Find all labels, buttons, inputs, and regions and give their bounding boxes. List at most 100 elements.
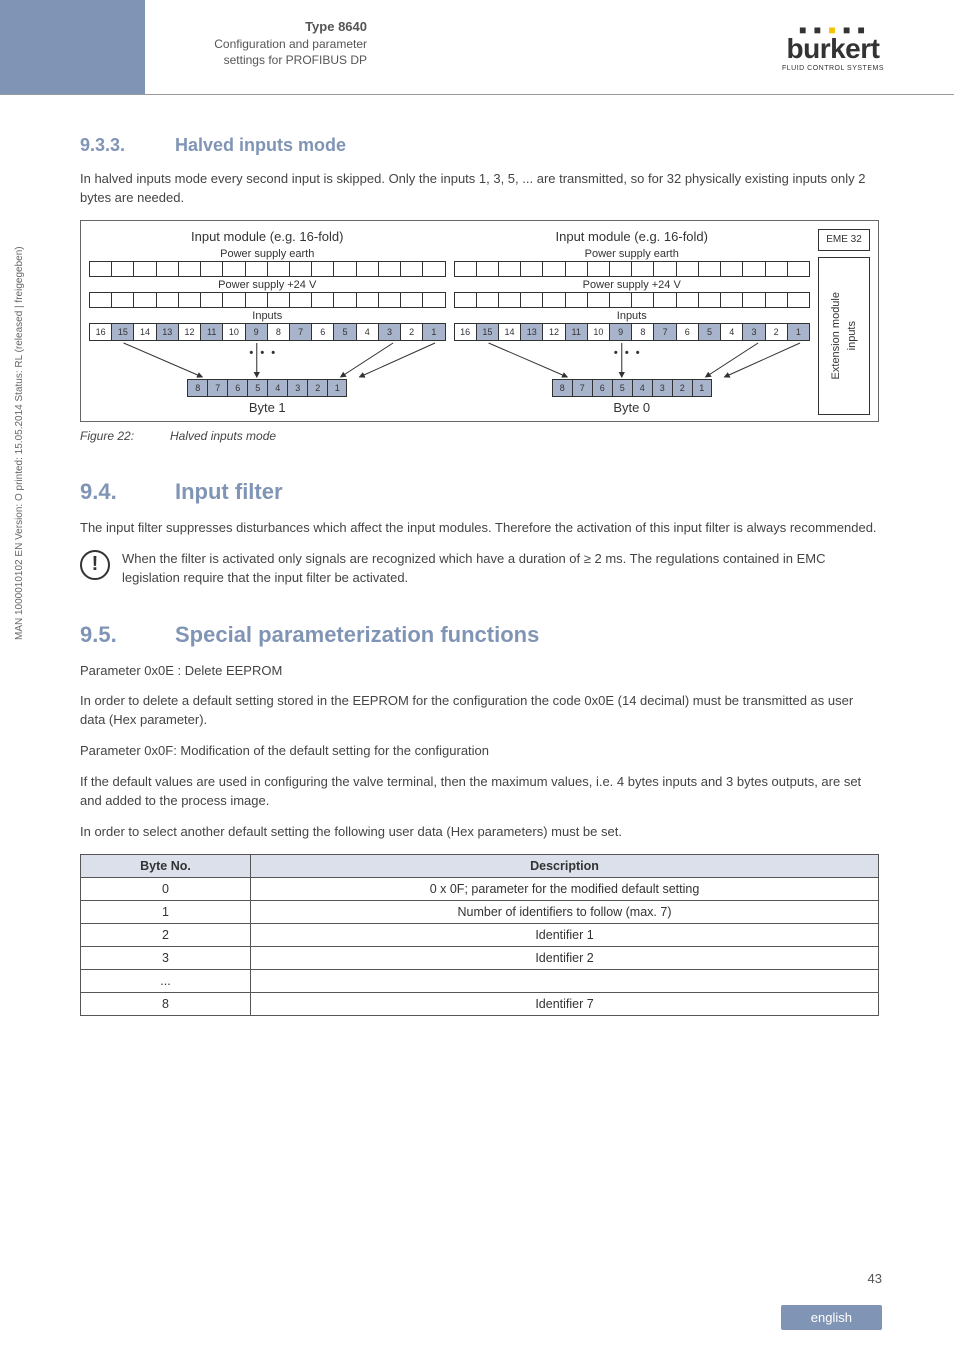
header-subtitle-2: settings for PROFIBUS DP (159, 52, 367, 68)
td-byte: ... (81, 969, 251, 992)
byte-cell: 5 (612, 379, 632, 397)
para-95-3: Parameter 0x0F: Modification of the defa… (80, 742, 879, 761)
heading-933-title: Halved inputs mode (175, 135, 346, 155)
note-block: ! When the filter is activated only sign… (80, 550, 879, 588)
byte-cell: 4 (267, 379, 287, 397)
td-byte: 3 (81, 946, 251, 969)
in-cell: 13 (520, 323, 542, 341)
byte-caption-l: Byte 1 (89, 400, 446, 415)
byte-cell: 3 (287, 379, 307, 397)
in-cell: 16 (89, 323, 111, 341)
in-cell: 9 (609, 323, 631, 341)
byte-cell: 5 (247, 379, 267, 397)
byte-cell: 2 (672, 379, 692, 397)
byte-caption-r: Byte 0 (454, 400, 811, 415)
table-row: 8Identifier 7 (81, 992, 879, 1015)
td-byte: 8 (81, 992, 251, 1015)
table-row: 1Number of identifiers to follow (max. 7… (81, 900, 879, 923)
byte-cell: 1 (692, 379, 712, 397)
in-cell: 13 (156, 323, 178, 341)
byte-cell: 2 (307, 379, 327, 397)
figure-caption: Figure 22:Halved inputs mode (80, 428, 879, 445)
row-label-24v-l: Power supply +24 V (89, 279, 446, 291)
heading-933-num: 9.3.3. (80, 135, 175, 156)
td-desc: Identifier 2 (251, 946, 879, 969)
byte-cell: 4 (632, 379, 652, 397)
input-module-right: Input module (e.g. 16-fold) Power supply… (454, 229, 811, 415)
bar-earth-r (454, 261, 811, 277)
table-header-row: Byte No. Description (81, 854, 879, 877)
in-cell: 6 (676, 323, 698, 341)
para-95-4: If the default values are used in config… (80, 773, 879, 811)
para-94: The input filter suppresses disturbances… (80, 519, 879, 538)
module-title-r: Input module (e.g. 16-fold) (454, 229, 811, 244)
heading-95-title: Special parameterization functions (175, 622, 539, 647)
in-cell: 7 (289, 323, 311, 341)
header-subtitle-1: Configuration and parameter (159, 36, 367, 52)
exclamation-icon: ! (80, 550, 110, 580)
type-label: Type 8640 (159, 18, 367, 36)
in-cell: 14 (498, 323, 520, 341)
burkert-logo: ■ ■ ■ ■ ■ burkert FLUID CONTROL SYSTEMS (782, 23, 884, 72)
arrows-l: • • • (89, 341, 446, 381)
page-header: Type 8640 Configuration and parameter se… (0, 0, 954, 95)
in-cell: 8 (631, 323, 653, 341)
in-cell: 8 (267, 323, 289, 341)
bar-24v-l (89, 292, 446, 308)
extension-module-box: Extension module inputs (818, 257, 870, 415)
heading-94-num: 9.4. (80, 479, 175, 505)
in-cell: 11 (200, 323, 222, 341)
side-metadata-text: MAN 1000010102 EN Version: O printed: 15… (14, 246, 25, 640)
header-accent-block (0, 0, 145, 94)
eme-box: EME 32 (818, 229, 870, 251)
row-label-inputs-l: Inputs (89, 310, 446, 322)
bar-24v-r (454, 292, 811, 308)
in-cell: 2 (400, 323, 422, 341)
td-desc: Identifier 1 (251, 923, 879, 946)
in-cell: 9 (245, 323, 267, 341)
in-cell: 10 (587, 323, 609, 341)
in-cell: 1 (422, 323, 445, 341)
in-cell: 1 (787, 323, 810, 341)
byte-cell: 3 (652, 379, 672, 397)
row-label-inputs-r: Inputs (454, 310, 811, 322)
td-desc: 0 x 0F; parameter for the modified defau… (251, 877, 879, 900)
figure-number: Figure 22: (80, 428, 170, 445)
in-cell: 6 (311, 323, 333, 341)
in-cell: 7 (653, 323, 675, 341)
in-cell: 15 (111, 323, 133, 341)
heading-95-num: 9.5. (80, 622, 175, 648)
byte-cell: 6 (227, 379, 247, 397)
td-desc (251, 969, 879, 992)
table-row: ... (81, 969, 879, 992)
byte-row-r: 8 7 6 5 4 3 2 1 (454, 379, 811, 397)
table-row: 00 x 0F; parameter for the modified defa… (81, 877, 879, 900)
input-module-left: Input module (e.g. 16-fold) Power supply… (89, 229, 446, 415)
in-cell: 4 (356, 323, 378, 341)
byte-cell: 7 (207, 379, 227, 397)
in-cell: 14 (133, 323, 155, 341)
inputs-row-r: 16 15 14 13 12 11 10 9 8 7 6 5 4 3 2 1 (454, 323, 811, 341)
td-byte: 1 (81, 900, 251, 923)
logo-tagline: FLUID CONTROL SYSTEMS (782, 65, 884, 72)
heading-95: 9.5.Special parameterization functions (80, 622, 879, 648)
logo-area: ■ ■ ■ ■ ■ burkert FLUID CONTROL SYSTEMS (375, 0, 954, 94)
byte-cell: 8 (187, 379, 207, 397)
byte-cell: 8 (552, 379, 572, 397)
logo-name: burkert (782, 33, 884, 65)
byte-row-l: 8 7 6 5 4 3 2 1 (89, 379, 446, 397)
para-95-2: In order to delete a default setting sto… (80, 692, 879, 730)
arrows-r: • • • (454, 341, 811, 381)
byte-cell: 1 (327, 379, 347, 397)
byte-cell: 7 (572, 379, 592, 397)
module-title-l: Input module (e.g. 16-fold) (89, 229, 446, 244)
page-content: 9.3.3.Halved inputs mode In halved input… (0, 95, 954, 1036)
para-95-1: Parameter 0x0E : Delete EEPROM (80, 662, 879, 681)
row-label-earth-r: Power supply earth (454, 248, 811, 260)
in-cell: 12 (542, 323, 564, 341)
in-cell: 16 (454, 323, 476, 341)
in-cell: 2 (765, 323, 787, 341)
footer-language-pill: english (781, 1305, 882, 1330)
in-cell: 5 (333, 323, 355, 341)
row-label-24v-r: Power supply +24 V (454, 279, 811, 291)
